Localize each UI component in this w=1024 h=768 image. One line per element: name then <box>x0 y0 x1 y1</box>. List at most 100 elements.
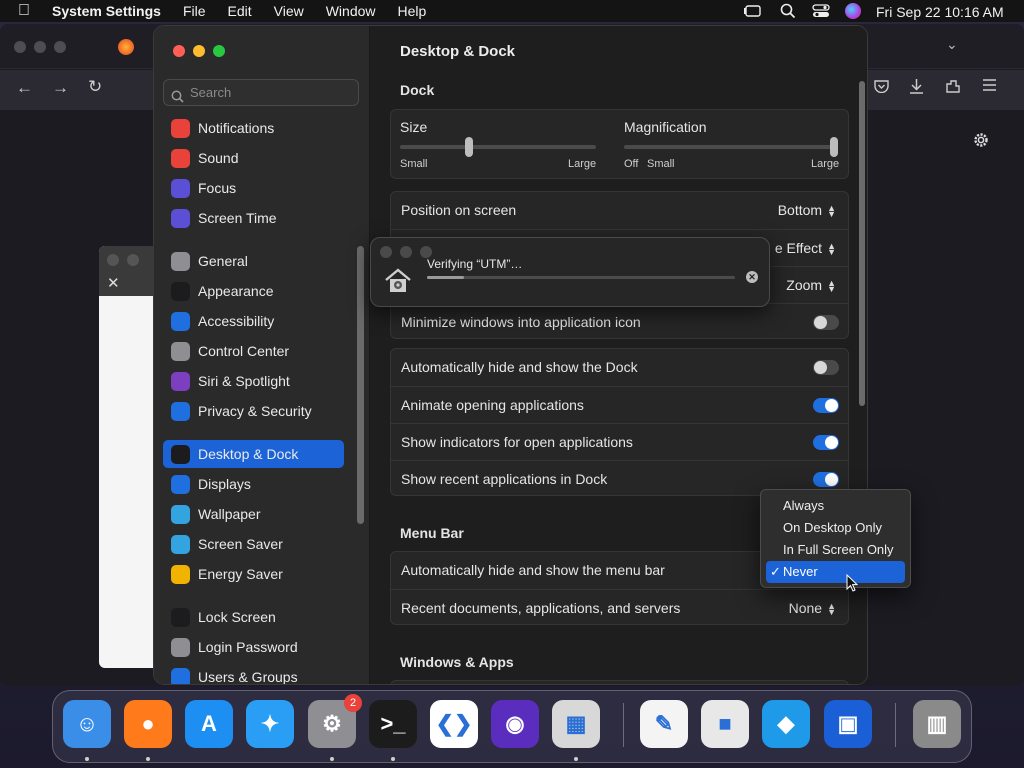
main-scrollbar[interactable] <box>859 81 865 406</box>
magnification-min-label: Small <box>647 158 675 170</box>
trash-icon[interactable]: ▥ <box>913 700 961 748</box>
menu-hamburger-icon[interactable] <box>982 78 997 97</box>
magnification-slider-thumb[interactable] <box>830 137 838 157</box>
browser-close-button[interactable] <box>14 41 26 53</box>
size-slider-track[interactable] <box>400 145 596 149</box>
size-max-label: Large <box>568 158 597 170</box>
window-zoom-button[interactable] <box>213 45 225 57</box>
terminal-icon[interactable]: >_ <box>369 700 417 748</box>
lightbulb-icon <box>171 564 190 584</box>
settings-gear-icon[interactable] <box>972 131 990 154</box>
reload-icon[interactable]: ↻ <box>88 77 102 97</box>
window-close-button[interactable] <box>173 45 185 57</box>
sidebar-scrollbar[interactable] <box>357 246 364 524</box>
textedit-icon[interactable]: ✎ <box>640 700 688 748</box>
sidebar-item-lock-screen[interactable]: Lock Screen <box>163 603 344 631</box>
app-store-icon[interactable]: A <box>185 700 233 748</box>
extensions-icon[interactable] <box>945 78 961 99</box>
menu-edit[interactable]: Edit <box>228 3 252 19</box>
menu-help[interactable]: Help <box>398 3 427 19</box>
magnification-slider-track[interactable] <box>624 145 838 149</box>
finder-icon[interactable]: ☺ <box>63 700 111 748</box>
menu-file[interactable]: File <box>183 3 206 19</box>
utm-icon[interactable]: ▣ <box>824 700 872 748</box>
sidebar-item-label: Sound <box>198 150 239 166</box>
siri-icon[interactable] <box>845 3 861 19</box>
indicators-toggle[interactable] <box>813 435 839 450</box>
dock-icon <box>171 444 190 464</box>
recent-docs-popup[interactable]: None ▲ ▼ <box>789 600 836 617</box>
sidebar-item-screen-time[interactable]: Screen Time <box>163 204 344 232</box>
settings-icon[interactable]: ⚙ 2 <box>308 694 362 748</box>
spotlight-icon[interactable] <box>780 3 796 22</box>
menubar-autohide-popup-menu: Always On Desktop Only In Full Screen On… <box>760 489 911 588</box>
size-slider-thumb[interactable] <box>464 137 473 157</box>
sidebar-item-wallpaper[interactable]: Wallpaper <box>163 500 344 528</box>
dialog-close-dot[interactable] <box>107 254 119 266</box>
bell-icon <box>171 118 190 138</box>
page-title: Desktop & Dock <box>400 43 516 60</box>
siri-icon[interactable]: ◉ <box>491 700 539 748</box>
menu-view[interactable]: View <box>274 3 304 19</box>
sidebar-item-label: Login Password <box>198 639 298 655</box>
vscode-icon[interactable]: ❮❯ <box>430 700 478 748</box>
sidebar-item-energy-saver[interactable]: Energy Saver <box>163 560 344 588</box>
indicators-row: Show indicators for open applications <box>391 423 848 460</box>
sidebar-item-displays[interactable]: Displays <box>163 470 344 498</box>
firefox-icon[interactable]: ● <box>124 700 172 748</box>
sidebar-item-screen-saver[interactable]: Screen Saver <box>163 530 344 558</box>
popup-option-fullscreen-only[interactable]: In Full Screen Only <box>766 539 905 561</box>
running-indicator <box>391 757 395 761</box>
sidebar-item-login-password[interactable]: Login Password <box>163 633 344 661</box>
double-click-popup[interactable]: Zoom ▲ ▼ <box>786 277 836 294</box>
cancel-icon[interactable]: ✕ <box>746 271 758 283</box>
position-popup[interactable]: Bottom ▲ ▼ <box>778 202 836 219</box>
stage-manager-icon[interactable] <box>744 4 762 18</box>
window-minimize-button[interactable] <box>193 45 205 57</box>
pocket-icon[interactable] <box>874 79 889 98</box>
autohide-dock-toggle[interactable] <box>813 360 839 375</box>
apple-icon[interactable]:  <box>18 2 30 20</box>
sidebar-item-control-center[interactable]: Control Center <box>163 337 344 365</box>
animate-toggle[interactable] <box>813 398 839 413</box>
sidebar-item-privacy-security[interactable]: Privacy & Security <box>163 397 344 425</box>
popup-option-never[interactable]: ✓ Never <box>766 561 905 583</box>
launchpad-icon[interactable]: ▦ <box>552 700 600 748</box>
autohide-dock-row: Automatically hide and show the Dock <box>391 349 848 386</box>
roblox-icon[interactable]: ■ <box>701 700 749 748</box>
recent-apps-toggle[interactable] <box>813 472 839 487</box>
browser-zoom-button[interactable] <box>54 41 66 53</box>
sidebar-item-users-groups[interactable]: Users & Groups <box>163 663 344 684</box>
minimize-icon-toggle[interactable] <box>813 315 839 330</box>
popup-option-always[interactable]: Always <box>766 495 905 517</box>
menu-window[interactable]: Window <box>326 3 376 19</box>
sidebar-item-sound[interactable]: Sound <box>163 144 344 172</box>
sidebar-item-notifications[interactable]: Notifications <box>163 114 344 142</box>
popup-option-desktop-only[interactable]: On Desktop Only <box>766 517 905 539</box>
back-icon[interactable]: ← <box>16 78 33 98</box>
download-icon[interactable] <box>909 78 924 99</box>
browser-minimize-button[interactable] <box>34 41 46 53</box>
firefox-tab-icon[interactable] <box>118 39 134 55</box>
close-icon[interactable]: ✕ <box>107 274 120 292</box>
menu-app-name[interactable]: System Settings <box>52 3 161 19</box>
dialog-minimize-dot[interactable] <box>127 254 139 266</box>
forward-icon[interactable]: → <box>52 78 69 98</box>
clock[interactable]: Fri Sep 22 10:16 AM <box>876 4 1004 20</box>
control-center-icon[interactable] <box>812 4 830 21</box>
minimize-effect-popup[interactable]: e Effect ▲ ▼ <box>775 240 836 257</box>
sidebar-item-focus[interactable]: Focus <box>163 174 344 202</box>
sidebar-item-label: Siri & Spotlight <box>198 373 290 389</box>
sidebar-item-appearance[interactable]: Appearance <box>163 277 344 305</box>
running-indicator <box>146 757 150 761</box>
safari-icon[interactable]: ✦ <box>246 700 294 748</box>
sidebar-item-siri-spotlight[interactable]: Siri & Spotlight <box>163 367 344 395</box>
toggle-knob <box>814 361 827 374</box>
sidebar-item-general[interactable]: General <box>163 247 344 275</box>
sidebar-item-desktop-dock[interactable]: Desktop & Dock <box>163 440 344 468</box>
roblox-studio-icon[interactable]: ◆ <box>762 700 810 748</box>
chevron-down-icon[interactable]: ⌄ <box>946 36 958 53</box>
search-input[interactable]: Search <box>163 79 359 106</box>
verify-minimize-dot <box>400 246 412 258</box>
sidebar-item-accessibility[interactable]: Accessibility <box>163 307 344 335</box>
